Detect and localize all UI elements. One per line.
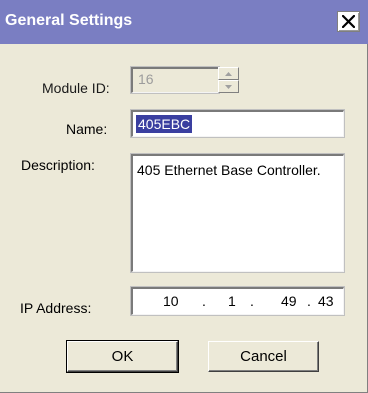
cancel-button-label: Cancel — [240, 348, 287, 365]
name-field[interactable]: 405EBC — [130, 109, 345, 138]
ip-address-label: IP Address: — [20, 300, 92, 316]
close-button[interactable] — [337, 11, 360, 32]
ip-octet-2[interactable]: 1 — [228, 293, 236, 309]
ok-button-label: OK — [111, 348, 134, 365]
module-id-spinner — [218, 67, 239, 93]
module-id-value: 16 — [138, 71, 154, 87]
name-value-selected: 405EBC — [136, 115, 193, 133]
module-id-control: 16 — [130, 66, 241, 94]
description-value: 405 Ethernet Base Controller. — [137, 162, 321, 178]
ip-dot-3: . — [307, 293, 311, 309]
general-settings-dialog: General Settings Module ID: 16 Name: 405… — [0, 0, 368, 393]
ip-address-field[interactable]: 10 . 1 . 49 . 43 — [130, 286, 345, 316]
title-bar[interactable]: General Settings — [0, 0, 368, 44]
ip-octet-4[interactable]: 43 — [318, 293, 334, 309]
description-field[interactable]: 405 Ethernet Base Controller. — [130, 153, 345, 273]
description-label: Description: — [21, 157, 95, 173]
ip-dot-1: . — [202, 293, 206, 309]
spin-down-icon — [225, 84, 232, 89]
close-icon — [342, 15, 355, 28]
spin-up-button — [218, 67, 239, 80]
ip-octet-1[interactable]: 10 — [163, 293, 179, 309]
ip-dot-2: . — [250, 293, 254, 309]
spin-down-button — [218, 80, 239, 93]
dialog-title: General Settings — [5, 12, 133, 29]
name-label: Name: — [66, 121, 108, 137]
cancel-button[interactable]: Cancel — [208, 341, 319, 372]
ok-button[interactable]: OK — [66, 340, 179, 373]
ip-octet-3[interactable]: 49 — [281, 293, 297, 309]
spin-up-icon — [225, 71, 232, 76]
module-id-field: 16 — [130, 66, 220, 94]
module-id-label: Module ID: — [42, 80, 110, 96]
